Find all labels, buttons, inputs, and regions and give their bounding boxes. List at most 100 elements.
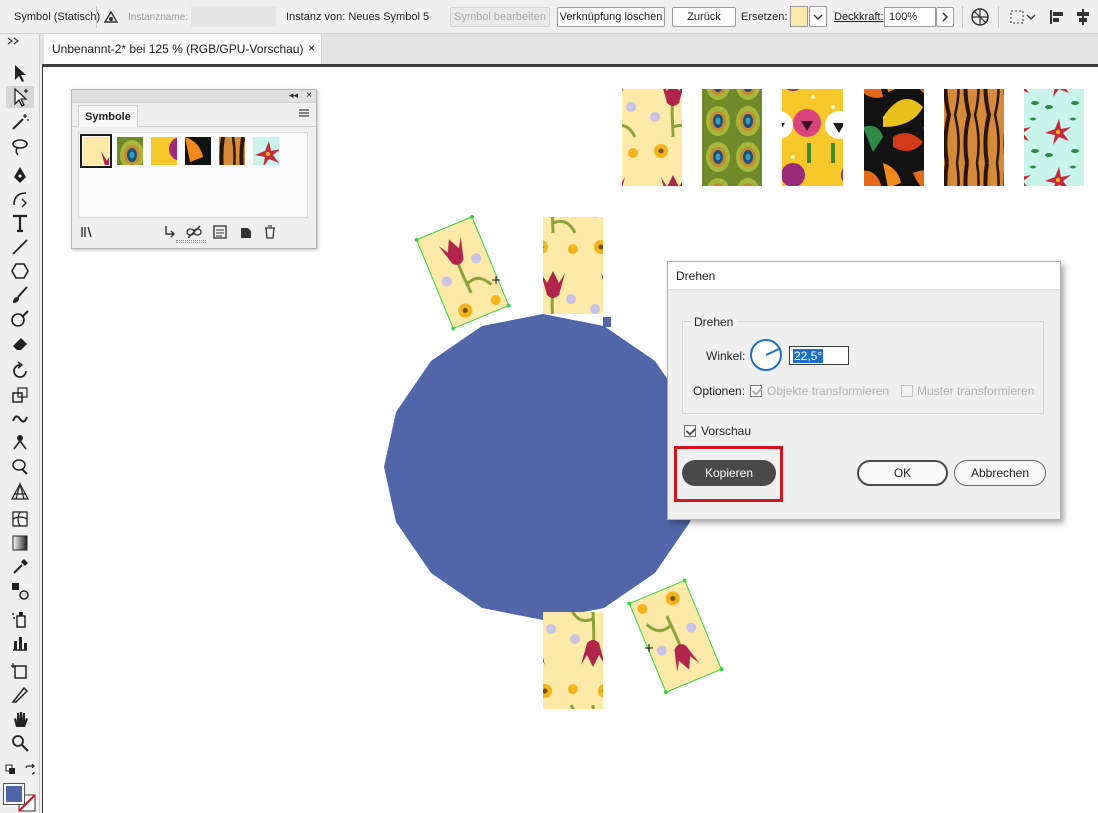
angle-label: Winkel: <box>706 349 746 363</box>
align-to-icon[interactable] <box>1008 0 1036 34</box>
symbol-thumb-tiger[interactable] <box>219 137 245 165</box>
angle-dial-icon[interactable] <box>749 338 783 372</box>
transform-objects-checkbox[interactable] <box>750 385 762 397</box>
panel-grip[interactable]: ◂◂ × <box>72 90 316 103</box>
warp-tool-icon[interactable] <box>6 408 34 430</box>
tools-panel <box>0 34 40 813</box>
symbol-thumb-peacock[interactable] <box>117 137 143 165</box>
swap-colors-icon[interactable] <box>24 763 36 776</box>
break-link-icon[interactable] <box>186 224 202 240</box>
collapse-panel-icon[interactable]: ◂◂ <box>289 90 298 101</box>
panel-menu-icon[interactable] <box>298 107 310 121</box>
magic-wand-tool-icon[interactable] <box>6 111 34 133</box>
cancel-button[interactable]: Abbrechen <box>954 460 1046 486</box>
transform-patterns-checkbox[interactable] <box>901 385 913 397</box>
instance-of-label: Instanz von: Neues Symbol 5 <box>286 11 430 23</box>
symbol-thumb-pansy[interactable] <box>151 137 177 165</box>
lasso-tool-icon[interactable] <box>6 136 34 158</box>
symbol-thumb-poinsettia[interactable] <box>253 137 279 165</box>
column-graph-tool-icon[interactable] <box>6 632 34 654</box>
gradient-tool-icon[interactable] <box>6 532 34 554</box>
symbol-autumn-sample <box>864 89 924 186</box>
blend-tool-icon[interactable] <box>6 580 34 602</box>
panel-tab-strip: Symbole <box>72 103 316 127</box>
perspective-grid-tool-icon[interactable] <box>6 480 34 502</box>
document-tab-title: Unbenannt-2* bei 125 % (RGB/GPU-Vorschau… <box>52 42 304 56</box>
opacity-expand-button[interactable] <box>936 7 954 27</box>
polygon-tool-icon[interactable] <box>6 260 34 282</box>
selection-tool-icon[interactable] <box>6 62 34 84</box>
highlight-box <box>674 446 783 502</box>
rotate-group-box <box>682 321 1044 414</box>
pen-tool-icon[interactable] <box>6 164 34 186</box>
dialog-title[interactable]: Drehen <box>668 262 1060 290</box>
replace-symbol-swatch[interactable] <box>790 6 808 27</box>
puppet-warp-tool-icon[interactable] <box>6 432 34 454</box>
break-link-button[interactable]: Verknüpfung löschen <box>557 7 665 27</box>
fill-color-swatch[interactable] <box>3 783 25 805</box>
scale-tool-icon[interactable] <box>6 384 34 406</box>
separator <box>962 6 963 28</box>
angle-value: 22,5° <box>793 348 824 363</box>
eraser-tool-icon[interactable] <box>6 332 34 354</box>
tulip-instance-bottom-rotated <box>627 578 724 695</box>
default-colors-icon[interactable] <box>5 764 17 776</box>
align-left-icon[interactable] <box>1048 0 1066 34</box>
symbol-peacock-sample <box>702 89 762 186</box>
replace-label: Ersetzen: <box>741 11 788 23</box>
eyedropper-tool-icon[interactable] <box>6 556 34 578</box>
paintbrush-tool-icon[interactable] <box>6 284 34 306</box>
transform-objects-label: Objekte transformieren <box>767 384 890 398</box>
new-symbol-icon[interactable] <box>238 224 254 240</box>
document-tab[interactable]: Unbenannt-2* bei 125 % (RGB/GPU-Vorschau… <box>44 34 322 64</box>
symbol-options-icon[interactable] <box>212 224 228 240</box>
collapse-toolbar-icon[interactable] <box>6 36 30 46</box>
symbols-grid <box>78 132 308 218</box>
preview-checkbox[interactable] <box>684 425 696 437</box>
symbol-libraries-icon[interactable] <box>80 224 96 240</box>
ok-button[interactable]: OK <box>857 460 948 486</box>
symbol-sprayer-tool-icon[interactable] <box>6 608 34 630</box>
reset-button[interactable]: Zurück <box>672 7 736 27</box>
symbol-thumb-tulip[interactable] <box>80 134 112 168</box>
symbols-panel: ◂◂ × Symbole <box>71 89 317 249</box>
mesh-tool-icon[interactable] <box>6 508 34 530</box>
symbol-poinsettia-sample <box>1024 89 1084 186</box>
preview-label: Vorschau <box>701 424 752 438</box>
close-panel-icon[interactable]: × <box>306 90 312 101</box>
rotate-tool-icon[interactable] <box>6 360 34 382</box>
angle-input[interactable]: 22,5° <box>789 346 849 365</box>
direct-selection-tool-icon[interactable] <box>6 86 34 108</box>
symbol-tulip-sample <box>622 89 682 186</box>
symbols-tab[interactable]: Symbole <box>78 105 138 127</box>
free-transform-tool-icon[interactable] <box>6 456 34 478</box>
delete-symbol-icon[interactable] <box>262 224 278 240</box>
line-tool-icon[interactable] <box>6 236 34 258</box>
tulip-instance-top-rotated <box>414 214 511 331</box>
place-symbol-instance-icon[interactable] <box>162 224 178 240</box>
recolor-icon[interactable] <box>970 0 990 34</box>
tulip-instance-bottom <box>543 612 603 709</box>
zoom-tool-icon[interactable] <box>6 732 34 754</box>
edit-symbol-button[interactable]: Symbol bearbeiten <box>450 7 550 27</box>
symbol-pansy-sample <box>782 89 843 186</box>
align-center-icon[interactable] <box>1074 0 1092 34</box>
chevron-right-icon <box>942 12 948 22</box>
resize-grip[interactable] <box>176 240 206 243</box>
control-bar: Symbol (Statisch) Instanzname: Instanz v… <box>0 0 1098 34</box>
curvature-tool-icon[interactable] <box>6 188 34 210</box>
replace-dropdown[interactable] <box>809 6 827 27</box>
artboard-tool-icon[interactable] <box>6 660 34 682</box>
type-tool-icon[interactable] <box>6 212 34 234</box>
separator <box>998 6 999 28</box>
shaper-tool-icon[interactable] <box>6 308 34 330</box>
symbol-sprayer-icon[interactable] <box>102 0 120 34</box>
chevron-down-icon <box>813 14 823 20</box>
hand-tool-icon[interactable] <box>6 708 34 730</box>
opacity-input[interactable]: 100% <box>884 7 936 27</box>
symbol-thumb-autumn[interactable] <box>185 137 211 165</box>
instance-name-field[interactable] <box>191 6 276 27</box>
close-tab-icon[interactable]: × <box>308 41 315 55</box>
opacity-label: Deckkraft: <box>834 11 884 23</box>
slice-tool-icon[interactable] <box>6 684 34 706</box>
